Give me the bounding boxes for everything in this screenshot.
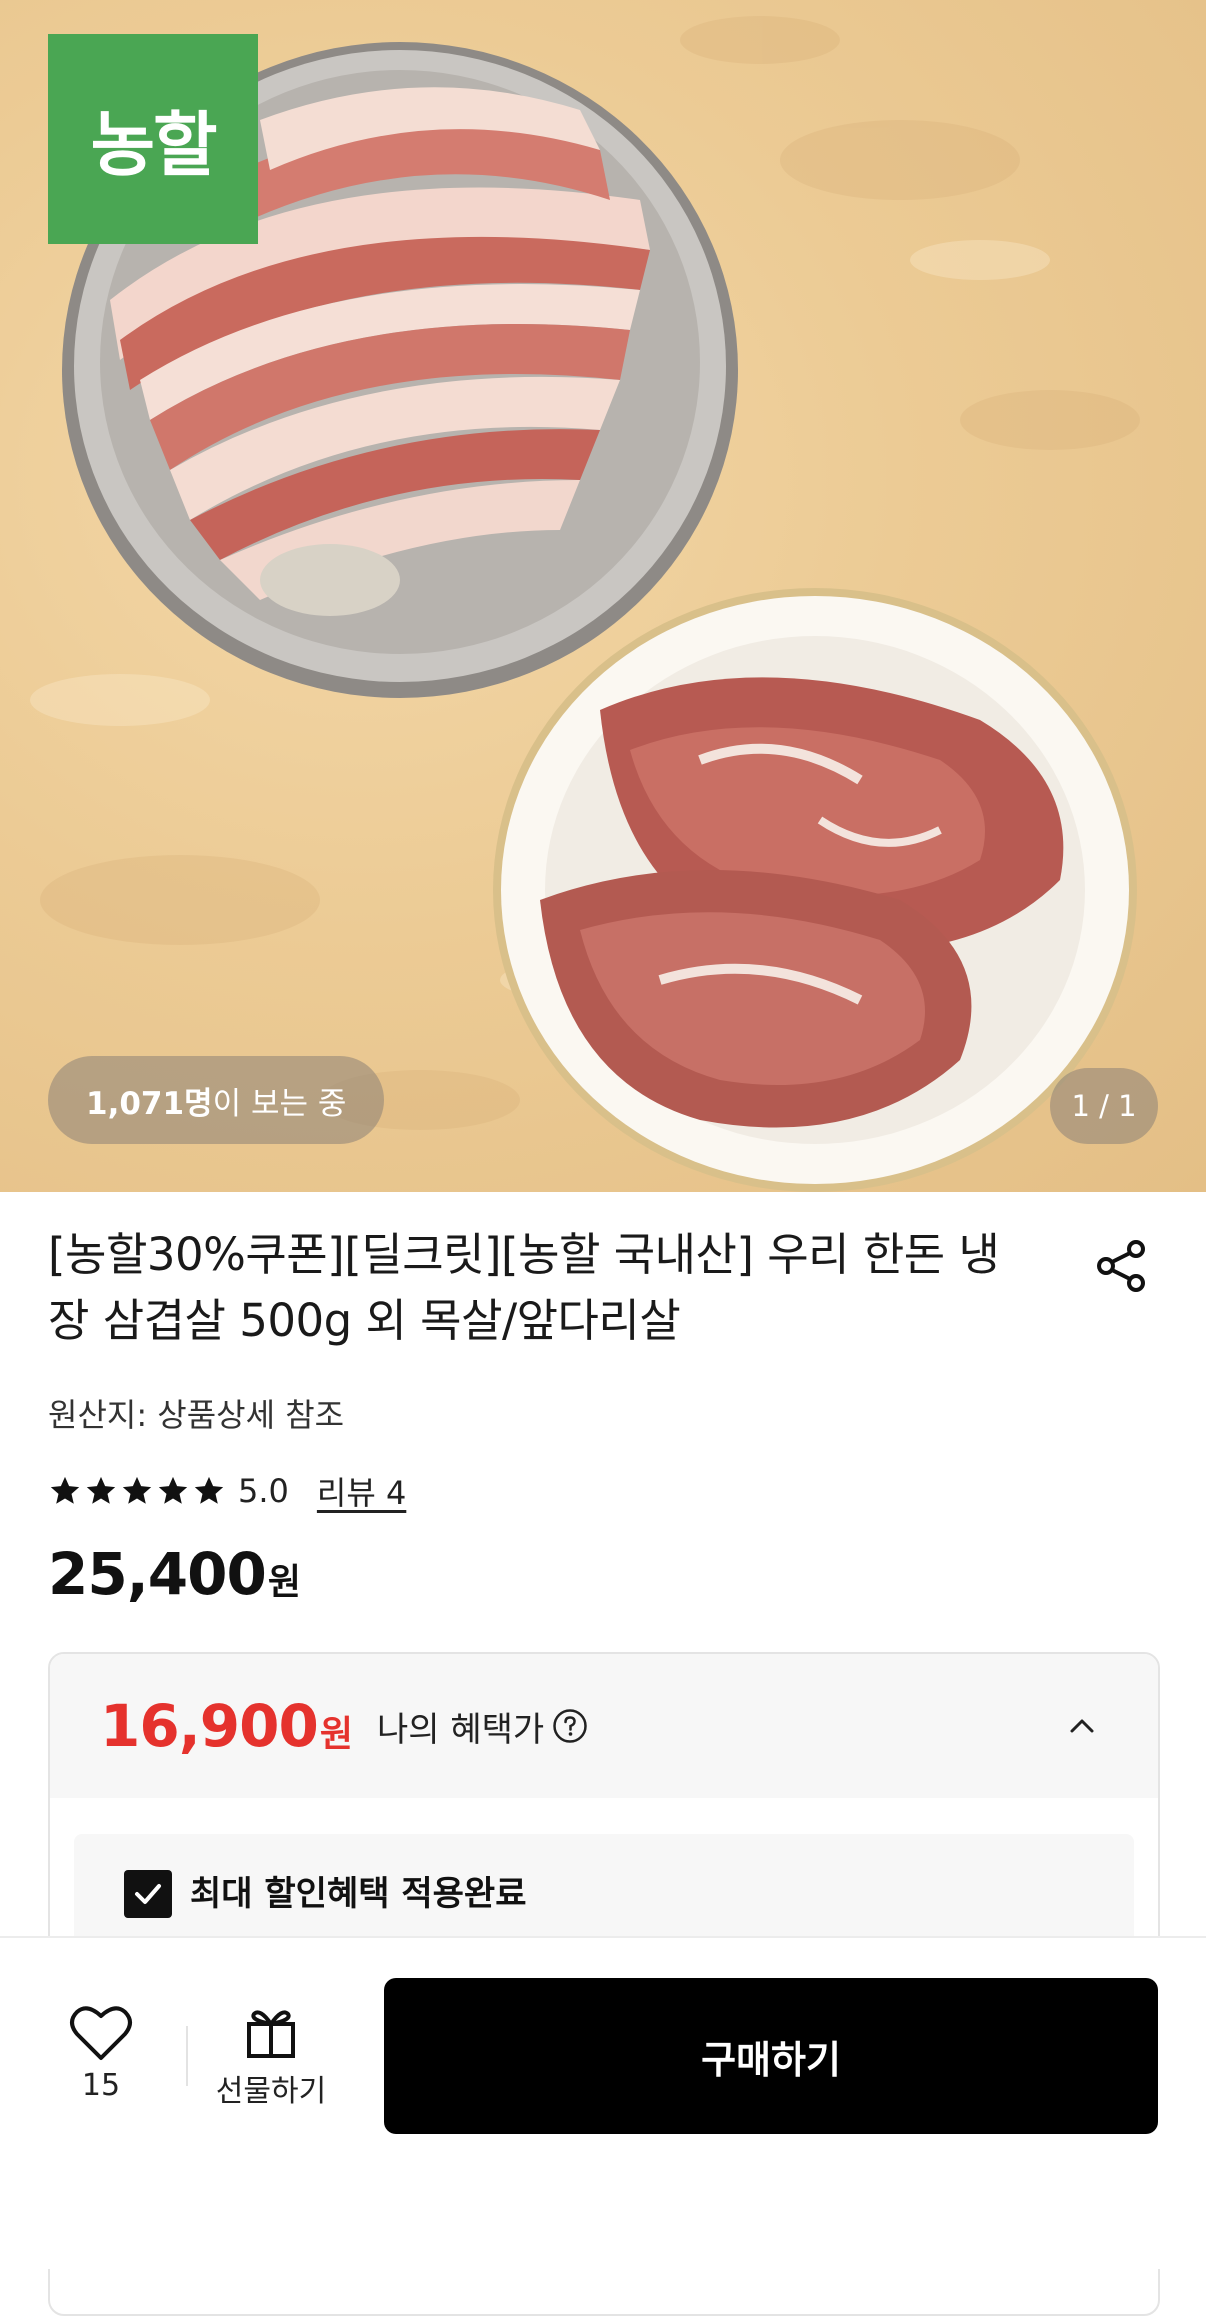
wish-count: 15 [81,2068,121,2103]
check-icon [135,1884,161,1904]
rating-row: 5.0 리뷰 4 [48,1466,406,1516]
star-icon [122,1476,152,1504]
benefit-header[interactable]: 16,900 원 나의 혜택가 [50,1654,1158,1798]
star-icon [50,1476,80,1504]
rating-value: 5.0 [238,1472,289,1510]
heart-icon [70,2006,132,2060]
wish-button[interactable]: 15 [52,2004,150,2120]
star-icon [158,1476,188,1504]
chevron-up-icon [1070,1719,1094,1733]
price-unit: 원 [267,1562,301,1603]
benefit-label: 나의 혜택가 [376,1709,545,1750]
gift-label: 선물하기 [215,2074,327,2109]
divider [186,2026,188,2086]
viewers-suffix: 이 보는 중 [212,1085,347,1122]
benefit-price: 16,900 원 [100,1692,353,1760]
product-title: [농할30%쿠폰][딜크릿][농할 국내산] 우리 한돈 냉장 삼겹살 500g… [48,1228,1000,1347]
image-counter-text: 1 / 1 [1071,1089,1137,1123]
benefit-price-amount: 16,900 [100,1692,319,1760]
viewers-count: 1,071명 [86,1085,213,1122]
star-icon [194,1476,224,1504]
applied-label: 최대 할인혜택 적용완료 [190,1874,527,1914]
star-rating [48,1474,226,1508]
brand-logo: 농할 [48,34,258,244]
image-counter: 1 / 1 [1050,1068,1158,1144]
applied-checkbox[interactable] [124,1870,172,1918]
collapse-button[interactable] [1062,1706,1102,1746]
bottom-action-bar: 15 선물하기 구매하기 [0,1936,1206,2269]
share-button[interactable] [1090,1234,1154,1298]
share-icon [1097,1240,1145,1292]
price-amount: 25,400 [48,1540,267,1608]
buy-button[interactable]: 구매하기 [384,1978,1158,2134]
origin-info: 원산지: 상품상세 참조 [48,1396,345,1434]
star-icon [86,1476,116,1504]
benefit-price-unit: 원 [319,1714,353,1755]
viewers-badge: 1,071명 이 보는 중 [48,1056,385,1144]
gift-icon [247,2010,295,2058]
brand-logo-text: 농할 [90,103,218,186]
original-price: 25,400 원 [48,1540,301,1608]
product-image[interactable]: 농할 1,071명 이 보는 중 1 / 1 [0,0,1206,1192]
review-link[interactable]: 리뷰 4 [317,1468,406,1514]
question-circle-icon[interactable] [552,1708,588,1744]
gift-button[interactable]: 선물하기 [206,2004,336,2120]
